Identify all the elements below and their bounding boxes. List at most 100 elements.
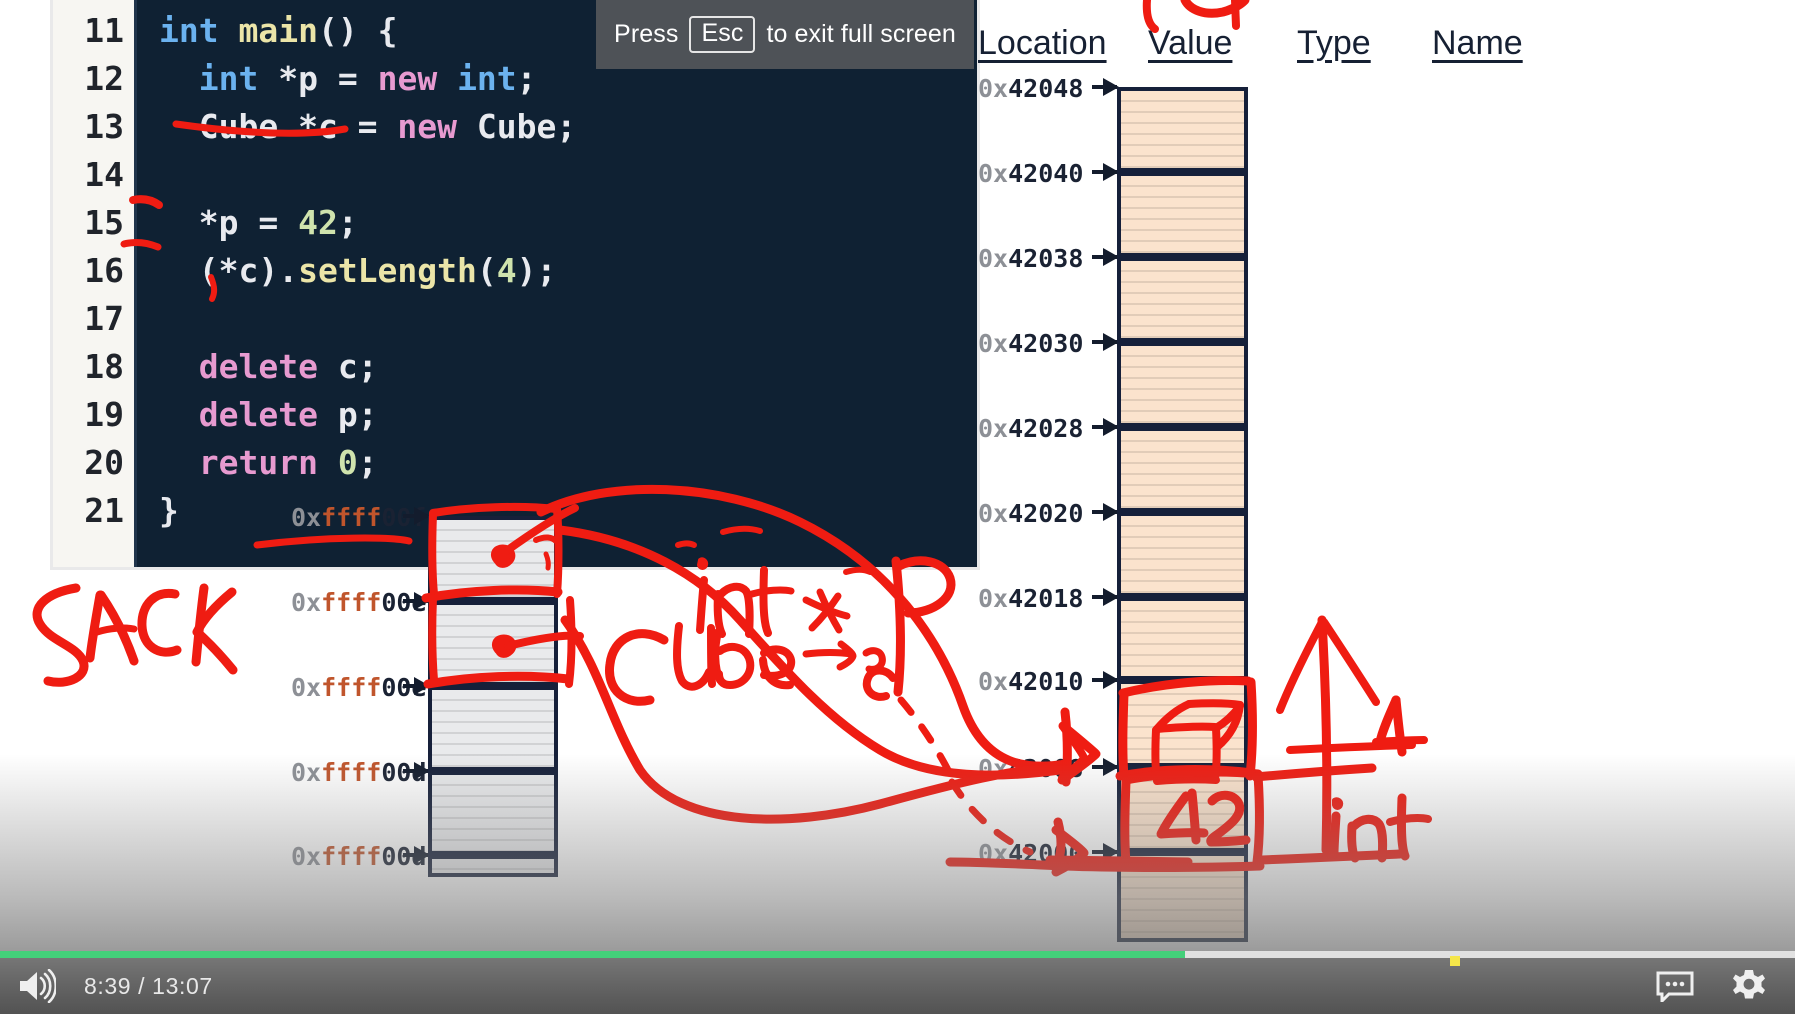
line-number: 19 [84,395,124,434]
code-token: *p = [258,59,378,98]
column-header-name: Name [1432,24,1523,62]
addr-digits: 42048 [1008,74,1084,103]
time-display: 8:39 / 13:07 [84,973,213,1000]
video-player-stage: 11 12 13 14 15 16 17 18 19 20 21 int main() { int … [0,0,1795,1014]
code-token: int [159,11,219,50]
line-number: 11 [84,11,124,50]
code-token: () { [317,11,398,50]
line-number: 20 [84,443,124,482]
line-number: 15 [84,203,124,242]
addr-prefix: 0x [291,503,322,532]
line-number: 12 [84,59,124,98]
addr-digits: 42040 [1008,159,1084,188]
addr-prefix: 0x [291,588,322,617]
addr-segment-ffff: ffff [321,588,382,617]
heap-memory-cell [1117,512,1248,597]
code-token: int [457,59,517,98]
progress-chapter-marker [1450,956,1460,966]
line-number: 16 [84,251,124,290]
speaker-icon[interactable] [14,964,58,1008]
code-editor-panel: 11 12 13 14 15 16 17 18 19 20 21 int main() { int … [50,0,980,570]
code-token: 4 [496,251,517,290]
heap-address-arrow [1092,418,1119,436]
code-token: (*c). [159,251,299,290]
addr-prefix: 0x [978,414,1009,443]
heap-address-arrow [1092,248,1119,266]
code-token: ; [357,443,378,482]
code-token: ; [337,203,358,242]
code-token: Cube; [457,107,577,146]
captions-icon[interactable] [1653,964,1697,1008]
addr-prefix: 0x [978,244,1009,273]
heap-address-label: 0x42010 [978,667,1083,696]
code-token: delete [198,347,318,386]
addr-prefix: 0x [978,584,1009,613]
stack-address-arrow [403,507,430,525]
code-token: ( [476,251,497,290]
code-line: } [159,487,977,535]
code-token: return [198,443,318,482]
heap-address-label: 0x42020 [978,499,1083,528]
code-token: ); [516,251,557,290]
heap-memory-cell [1117,427,1248,512]
heap-address-label: 0x42040 [978,159,1083,188]
addr-segment-ffff: ffff [321,673,382,702]
code-token: ; [516,59,537,98]
column-header-location: Location [978,24,1107,62]
toast-suffix-label: to exit full screen [766,20,956,48]
stack-address-arrow [403,677,430,695]
heap-address-arrow [1092,78,1119,96]
column-header-type: Type [1297,24,1371,62]
gear-icon[interactable] [1727,964,1771,1008]
heap-address-arrow [1092,588,1119,606]
heap-address-label: 0x42028 [978,414,1083,443]
addr-prefix: 0x [978,74,1009,103]
stack-memory-cell [428,516,558,601]
addr-prefix: 0x [978,667,1009,696]
heap-address-arrow [1092,503,1119,521]
code-line: (*c).setLength(4); [159,247,977,295]
video-progress-bar[interactable] [0,951,1795,958]
line-number: 13 [84,107,124,146]
code-line: return 0; [159,439,977,487]
addr-prefix: 0x [978,499,1009,528]
addr-digits: 42020 [1008,499,1084,528]
addr-digits: 42018 [1008,584,1084,613]
control-bar-right-group [1653,964,1795,1008]
addr-digits: 42028 [1008,414,1084,443]
heap-memory-cell [1117,257,1248,342]
code-token: main [238,11,318,50]
addr-digits: 42038 [1008,244,1084,273]
code-line: delete p; [159,391,977,439]
addr-prefix: 0x [291,673,322,702]
heap-memory-cell [1117,87,1248,172]
heap-address-label: 0x42030 [978,329,1083,358]
code-token: 0 [337,443,358,482]
line-number: 17 [84,299,124,338]
code-token: new [397,107,458,146]
code-token: new [377,59,438,98]
stack-memory-cell [428,601,558,686]
code-line: Cube *c = new Cube; [159,103,977,151]
code-token: p; [317,395,378,434]
heap-memory-cell [1117,342,1248,427]
heap-address-label: 0x42018 [978,584,1083,613]
code-gutter: 11 12 13 14 15 16 17 18 19 20 21 [53,0,137,567]
code-token: } [159,491,179,530]
video-control-bar: 8:39 / 13:07 [0,958,1795,1014]
addr-segment-ffff: ffff [321,503,382,532]
heap-address-label: 0x42048 [978,74,1083,103]
code-token: 42 [298,203,338,242]
code-content: int main() { int *p = new int; Cube *c =… [137,0,977,567]
esc-key-badge: Esc [689,16,756,53]
video-progress-hover [1184,951,1795,958]
heap-address-arrow [1092,671,1119,689]
code-line: delete c; [159,343,977,391]
